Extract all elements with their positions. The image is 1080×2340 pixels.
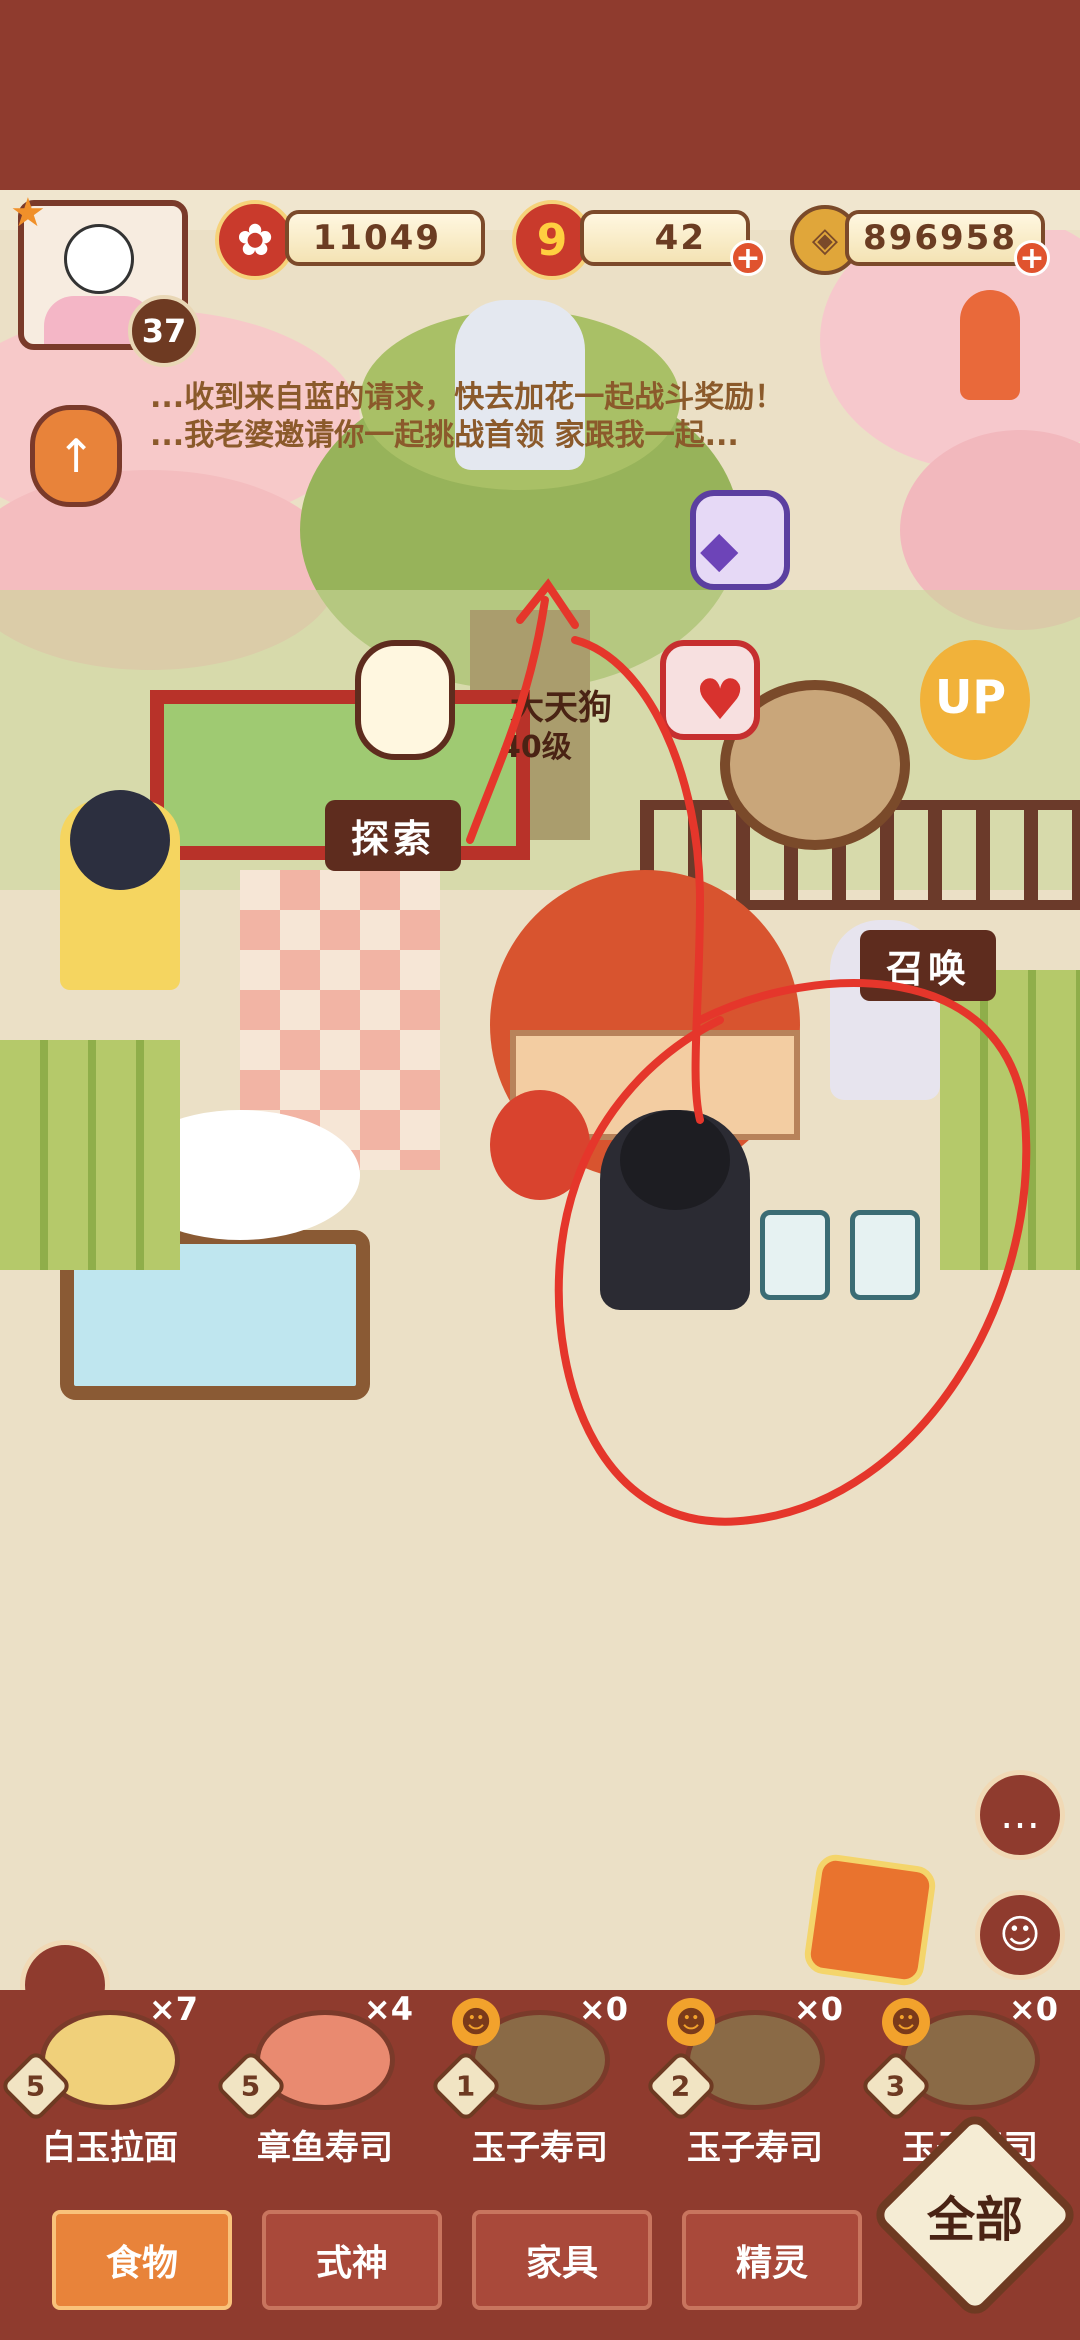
plum-blossom-icon: ✿ <box>215 200 295 280</box>
coins-add-button[interactable]: + <box>1014 240 1050 276</box>
character-hair <box>70 790 170 890</box>
food-name: 白玉拉面 <box>42 2128 178 2168</box>
food-item[interactable]: ×4 5 章鱼寿司 <box>214 1990 425 2180</box>
up-balloon-label: UP <box>935 670 1007 724</box>
food-name: 玉子寿司 <box>472 2128 608 2168</box>
explore-label[interactable]: 探索 <box>325 800 462 871</box>
top-bar <box>0 0 1080 190</box>
heart-icon: ♥ <box>695 668 746 733</box>
tab-furniture[interactable]: 家具 <box>472 2210 652 2310</box>
koi-streamer-icon[interactable] <box>960 290 1020 400</box>
food-item[interactable]: ☻ ×0 1 玉子寿司 <box>429 1990 640 2180</box>
character-kumamon-head <box>620 1110 730 1210</box>
bamboo-right <box>940 970 1080 1270</box>
smiley-icon: ☻ <box>667 1998 715 2046</box>
gift-bag-icon[interactable] <box>802 1852 938 1988</box>
upgrade-lantern-button[interactable]: ↑ <box>30 405 122 507</box>
ticket-add-button[interactable]: + <box>730 240 766 276</box>
summon-label[interactable]: 召唤 <box>860 930 997 1001</box>
food-item[interactable]: ☻ ×0 2 玉子寿司 <box>644 1990 855 2180</box>
smiley-icon: ☻ <box>882 1998 930 2046</box>
stamina-value: 11049 <box>312 218 441 258</box>
star-frame-icon: ★ <box>10 190 46 236</box>
boss-level: 40级 <box>500 730 572 765</box>
food-count: ×4 <box>363 1990 413 2028</box>
ticket-counter: 42 <box>580 210 750 266</box>
marquee-line-2: ...我老婆邀请你一起挑战首领 家跟我一起... <box>150 418 739 453</box>
smiley-icon: ☻ <box>452 1998 500 2046</box>
water-jar <box>760 1210 830 1300</box>
food-count: ×7 <box>148 1990 198 2028</box>
courtyard-scene <box>0 230 1080 2010</box>
food-name: 玉子寿司 <box>687 2128 823 2168</box>
arrow-up-icon: ↑ <box>56 429 96 483</box>
chat-bubble-icon[interactable]: … <box>975 1770 1065 1860</box>
explore-lantern[interactable] <box>355 640 455 760</box>
water-jar <box>850 1210 920 1300</box>
all-button-label: 全部 <box>926 2192 1023 2248</box>
ticket-value: 42 <box>654 218 706 258</box>
bamboo-left <box>0 1040 180 1270</box>
avatar-face <box>64 224 134 294</box>
character-menu-button[interactable]: ☺ <box>975 1890 1065 1980</box>
gem-icon: ◆ <box>700 520 739 578</box>
food-item[interactable]: ×7 5 白玉拉面 <box>0 1990 210 2180</box>
food-count: ×0 <box>578 1990 628 2028</box>
tab-shikigami[interactable]: 式神 <box>262 2210 442 2310</box>
food-count: ×0 <box>1008 1990 1058 2028</box>
food-count: ×0 <box>793 1990 843 2028</box>
player-level-badge: 37 <box>128 295 200 367</box>
stamina-counter: 11049 <box>285 210 485 266</box>
news-marquee-2: ...我老婆邀请你一起挑战首领 家跟我一起... <box>150 410 950 462</box>
tab-spirit[interactable]: 精灵 <box>682 2210 862 2310</box>
daruma-doll[interactable] <box>490 1090 590 1200</box>
food-name: 章鱼寿司 <box>257 2128 393 2168</box>
tab-food[interactable]: 食物 <box>52 2210 232 2310</box>
coins-value: 896958 <box>863 218 1017 258</box>
